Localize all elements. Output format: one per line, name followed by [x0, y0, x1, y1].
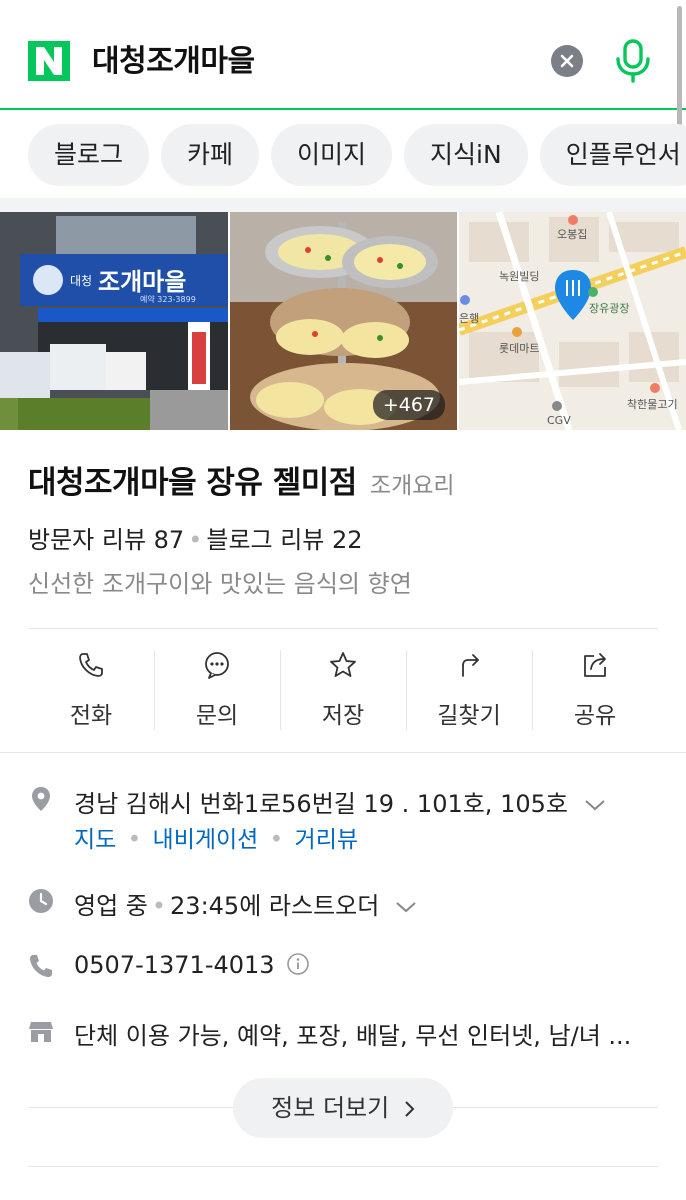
- save-button[interactable]: 저장: [280, 650, 406, 730]
- food-photo[interactable]: +467: [230, 212, 457, 430]
- map-label-bank: 은행: [459, 312, 479, 325]
- star-icon: [330, 652, 356, 677]
- call-button[interactable]: 전화: [28, 650, 154, 730]
- phone-icon: [30, 955, 52, 977]
- last-order-text: 23:45에 라스트오더: [170, 892, 380, 920]
- search-underline: [0, 108, 686, 110]
- place-category: 조개요리: [369, 473, 455, 499]
- place-tagline: 신선한 조개구이와 맛있는 음식의 향연: [28, 570, 412, 598]
- map-label-cgv: CGV: [547, 414, 571, 427]
- call-label: 전화: [69, 703, 113, 729]
- amenities-text: 단체 이용 가능, 예약, 포장, 배달, 무선 인터넷, 남/녀 ...: [74, 1022, 632, 1050]
- map-label-obongjip: 오봉집: [557, 228, 587, 241]
- map-label-lotte: 롯데마트: [499, 342, 539, 355]
- sign-text: 조개마을: [98, 268, 186, 296]
- separator-dot: •: [188, 526, 203, 554]
- map-label-fish: 착한물고기: [627, 398, 678, 411]
- clear-button[interactable]: [551, 45, 583, 77]
- save-label: 저장: [321, 703, 365, 729]
- navigation-link[interactable]: 내비게이션: [153, 827, 259, 853]
- blog-reviews-link[interactable]: 블로그 리뷰 22: [206, 526, 362, 554]
- share-label: 공유: [573, 703, 617, 729]
- map-link[interactable]: 지도: [74, 827, 116, 853]
- microphone-icon[interactable]: [612, 38, 654, 84]
- tab-cafe[interactable]: 카페: [161, 124, 260, 186]
- share-icon: [584, 653, 606, 677]
- search-header: 대청조개마을: [0, 0, 686, 110]
- scrollbar-thumb[interactable]: [677, 6, 682, 138]
- review-counts: 방문자 리뷰 87 • 블로그 리뷰 22: [28, 520, 363, 555]
- tab-knowledge-in[interactable]: 지식iN: [404, 124, 528, 186]
- inquiry-button[interactable]: 문의: [154, 650, 280, 730]
- divider: [28, 1166, 658, 1167]
- close-icon: [560, 54, 574, 68]
- more-info-button[interactable]: 정보 더보기: [233, 1078, 453, 1138]
- store-icon: [29, 1022, 53, 1042]
- search-input[interactable]: 대청조개마을: [92, 40, 255, 84]
- directions-arrow-icon: [462, 654, 479, 677]
- photo-count-badge[interactable]: +467: [372, 390, 445, 420]
- phone-icon: [79, 653, 103, 677]
- address-links: 지도 • 내비게이션 • 거리뷰: [74, 820, 358, 854]
- info-icon[interactable]: [286, 952, 310, 976]
- phone-number[interactable]: 0507-1371-4013: [74, 951, 275, 979]
- directions-button[interactable]: 길찾기: [406, 650, 532, 730]
- tab-influencer[interactable]: 인플루언서: [539, 124, 686, 186]
- sign-phone: 예약 323-3899: [140, 294, 196, 304]
- divider: [0, 752, 686, 753]
- map-illustration: 오봉집 녹원빌딩 은행 장유광장 롯데마트 착한물고기 CGV: [459, 212, 686, 430]
- action-bar: 전화 문의 저장 길찾기 공유: [28, 650, 658, 730]
- separator-dot: •: [151, 892, 167, 920]
- chevron-down-icon[interactable]: [395, 900, 417, 914]
- inquiry-label: 문의: [195, 703, 239, 729]
- clock-icon: [29, 889, 53, 913]
- map-thumbnail[interactable]: 오봉집 녹원빌딩 은행 장유광장 롯데마트 착한물고기 CGV: [459, 212, 686, 430]
- place-title-row: 대청조개마을 장유 젤미점 조개요리: [28, 457, 455, 502]
- open-status: 영업 중: [74, 892, 148, 920]
- directions-label: 길찾기: [437, 703, 501, 729]
- visitor-reviews-link[interactable]: 방문자 리뷰 87: [28, 526, 184, 554]
- more-info-label: 정보 더보기: [271, 1094, 390, 1122]
- storefront-photo[interactable]: 대청 조개마을 예약 323-3899: [0, 212, 228, 430]
- chevron-down-icon[interactable]: [584, 798, 606, 812]
- map-label-plaza: 장유광장: [589, 302, 629, 315]
- separator-dot: •: [120, 827, 149, 853]
- tab-images[interactable]: 이미지: [271, 124, 393, 186]
- place-name[interactable]: 대청조개마을 장유 젤미점: [28, 465, 357, 501]
- chevron-right-icon: [405, 1101, 415, 1117]
- photo-strip: 대청 조개마을 예약 323-3899 +467 오봉집 녹원빌딩 은행 장유광…: [0, 212, 686, 430]
- share-button[interactable]: 공유: [532, 650, 658, 730]
- separator-dot: •: [262, 827, 291, 853]
- chat-bubble-icon: [205, 652, 229, 679]
- tab-blog[interactable]: 블로그: [28, 124, 150, 186]
- section-gap: [0, 198, 686, 212]
- naver-logo[interactable]: [28, 41, 70, 81]
- map-label-nokwon: 녹원빌딩: [499, 270, 539, 283]
- location-pin-icon: [32, 787, 50, 811]
- street-view-link[interactable]: 거리뷰: [295, 827, 358, 853]
- address-text: 경남 김해시 번화1로56번길 19 . 101호, 105호: [74, 790, 568, 818]
- storefront-illustration: 대청 조개마을 예약 323-3899: [0, 212, 228, 430]
- search-tabs: 블로그 카페 이미지 지식iN 인플루언서: [28, 124, 686, 186]
- sign-prefix: 대청: [70, 274, 92, 288]
- divider: [28, 628, 658, 629]
